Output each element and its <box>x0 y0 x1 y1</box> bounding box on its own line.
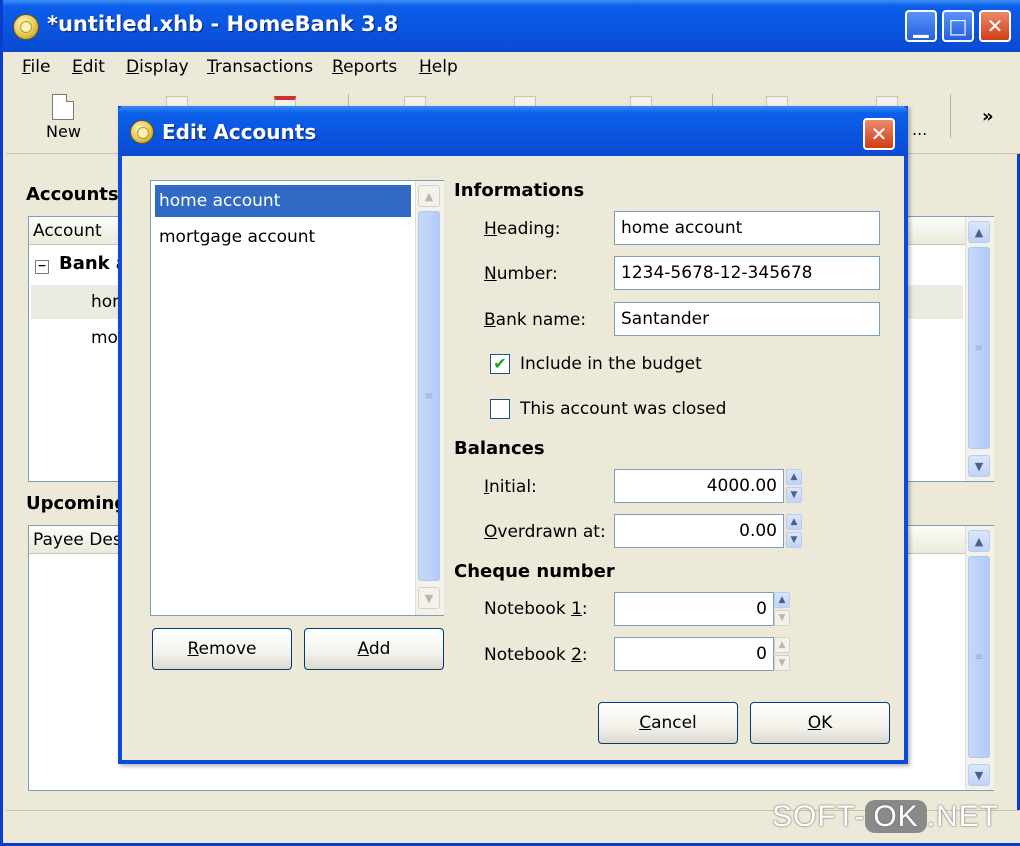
remove-button[interactable]: Remove <box>152 628 292 670</box>
notebook1-label: Notebook 1: <box>484 599 588 619</box>
homebank-app-icon <box>130 120 154 144</box>
scroll-down-icon[interactable]: ▼ <box>418 587 440 609</box>
heading-label: Heading: <box>484 219 561 239</box>
new-document-icon <box>52 94 75 120</box>
scroll-up-icon[interactable]: ▲ <box>418 185 440 207</box>
notebook2-spinner[interactable]: ▲ ▼ <box>774 637 790 671</box>
initial-input[interactable]: 4000.00 <box>614 469 784 503</box>
upcoming-scrollbar[interactable]: ▲ ≡ ▼ <box>965 526 994 790</box>
checkmark-icon: ✔ <box>493 354 507 373</box>
spin-up-icon[interactable]: ▲ <box>786 514 802 530</box>
spin-down-icon[interactable]: ▼ <box>786 487 802 503</box>
menu-help[interactable]: Help <box>419 57 458 77</box>
scroll-thumb[interactable]: ≡ <box>968 556 990 758</box>
cancel-button[interactable]: Cancel <box>598 702 738 744</box>
toolbar-separator <box>950 94 951 138</box>
ok-button[interactable]: OK <box>750 702 890 744</box>
list-item[interactable]: mortgage account <box>155 221 411 253</box>
account-closed-checkbox[interactable] <box>490 399 510 419</box>
description-column-header[interactable]: Des <box>89 530 121 550</box>
number-input[interactable]: 1234-5678-12-345678 <box>614 256 880 290</box>
edit-accounts-dialog: Edit Accounts ✕ home account mortgage ac… <box>118 106 908 764</box>
accounts-section-title: Accounts <box>26 184 119 205</box>
maximize-icon: □ <box>948 14 968 38</box>
minimize-button[interactable]: ▁ <box>905 10 937 42</box>
overdrawn-spinner[interactable]: ▲ ▼ <box>786 514 802 548</box>
watermark-mid: OK <box>865 800 927 833</box>
menu-bar: File Edit Display Transactions Reports H… <box>6 52 1020 84</box>
scroll-up-icon[interactable]: ▲ <box>968 221 990 243</box>
spin-down-icon[interactable]: ▼ <box>786 532 802 548</box>
initial-label: Initial: <box>484 477 537 497</box>
cheque-group-title: Cheque number <box>454 561 615 582</box>
maximize-button[interactable]: □ <box>942 10 974 42</box>
account-list-scrollbar[interactable]: ▲ ≡ ▼ <box>415 181 444 615</box>
spin-up-icon[interactable]: ▲ <box>774 637 790 653</box>
watermark-left: SOFT- <box>772 800 866 833</box>
number-label: Number: <box>484 264 558 284</box>
account-list[interactable]: home account mortgage account ▲ ≡ ▼ <box>150 180 444 616</box>
watermark: SOFT- OK .NET <box>772 800 999 834</box>
payee-column-header[interactable]: Payee <box>33 530 84 550</box>
notebook1-input[interactable]: 0 <box>614 592 774 626</box>
dialog-close-button[interactable]: ✕ <box>863 118 895 150</box>
spin-down-icon[interactable]: ▼ <box>774 610 790 626</box>
dialog-title-bar[interactable]: Edit Accounts ✕ <box>118 106 908 156</box>
homebank-app-icon <box>13 14 39 40</box>
notebook2-input[interactable]: 0 <box>614 637 774 671</box>
account-column-label: Account <box>33 221 102 241</box>
watermark-right: .NET <box>926 800 1000 833</box>
account-closed-label[interactable]: This account was closed <box>520 399 726 419</box>
window-title: *untitled.xhb - HomeBank 3.8 <box>47 12 399 36</box>
dialog-title: Edit Accounts <box>162 120 317 144</box>
menu-file[interactable]: File <box>22 57 50 77</box>
toolbar-truncated-label: ... <box>912 120 928 139</box>
spin-up-icon[interactable]: ▲ <box>774 592 790 608</box>
overdrawn-input[interactable]: 0.00 <box>614 514 784 548</box>
close-icon: ✕ <box>870 122 888 146</box>
heading-input[interactable]: home account <box>614 211 880 245</box>
minimize-icon: ▁ <box>913 14 929 38</box>
close-icon: ✕ <box>986 14 1004 38</box>
menu-reports[interactable]: Reports <box>332 57 397 77</box>
bank-group-row[interactable]: − Bank a <box>35 253 128 274</box>
close-button[interactable]: ✕ <box>979 10 1011 42</box>
initial-spinner[interactable]: ▲ ▼ <box>786 469 802 503</box>
menu-display[interactable]: Display <box>126 57 189 77</box>
bank-name-input[interactable]: Santander <box>614 302 880 336</box>
scroll-down-icon[interactable]: ▼ <box>968 764 990 786</box>
scroll-thumb[interactable]: ≡ <box>968 247 990 449</box>
menu-edit[interactable]: Edit <box>72 57 105 77</box>
collapse-icon[interactable]: − <box>35 260 49 274</box>
list-item[interactable]: home account <box>155 185 411 217</box>
toolbar-overflow-icon[interactable]: » <box>982 106 994 127</box>
overdrawn-label: Overdrawn at: <box>484 522 606 542</box>
title-bar[interactable]: *untitled.xhb - HomeBank 3.8 ▁ □ ✕ <box>3 0 1020 52</box>
scroll-down-icon[interactable]: ▼ <box>968 455 990 477</box>
bank-name-label: Bank name: <box>484 310 587 330</box>
informations-group-title: Informations <box>454 180 585 201</box>
notebook2-label: Notebook 2: <box>484 645 588 665</box>
include-budget-checkbox[interactable]: ✔ <box>490 354 510 374</box>
balances-group-title: Balances <box>454 438 545 459</box>
new-button-label: New <box>46 122 81 141</box>
spin-up-icon[interactable]: ▲ <box>786 469 802 485</box>
include-budget-label[interactable]: Include in the budget <box>520 354 702 374</box>
notebook1-spinner[interactable]: ▲ ▼ <box>774 592 790 626</box>
menu-transactions[interactable]: Transactions <box>207 57 313 77</box>
scroll-thumb[interactable]: ≡ <box>418 211 440 581</box>
scroll-up-icon[interactable]: ▲ <box>968 530 990 552</box>
spin-down-icon[interactable]: ▼ <box>774 655 790 671</box>
upcoming-section-title: Upcoming <box>26 493 128 514</box>
accounts-scrollbar[interactable]: ▲ ≡ ▼ <box>965 217 994 481</box>
add-button[interactable]: Add <box>304 628 444 670</box>
new-button[interactable]: New <box>46 94 81 141</box>
